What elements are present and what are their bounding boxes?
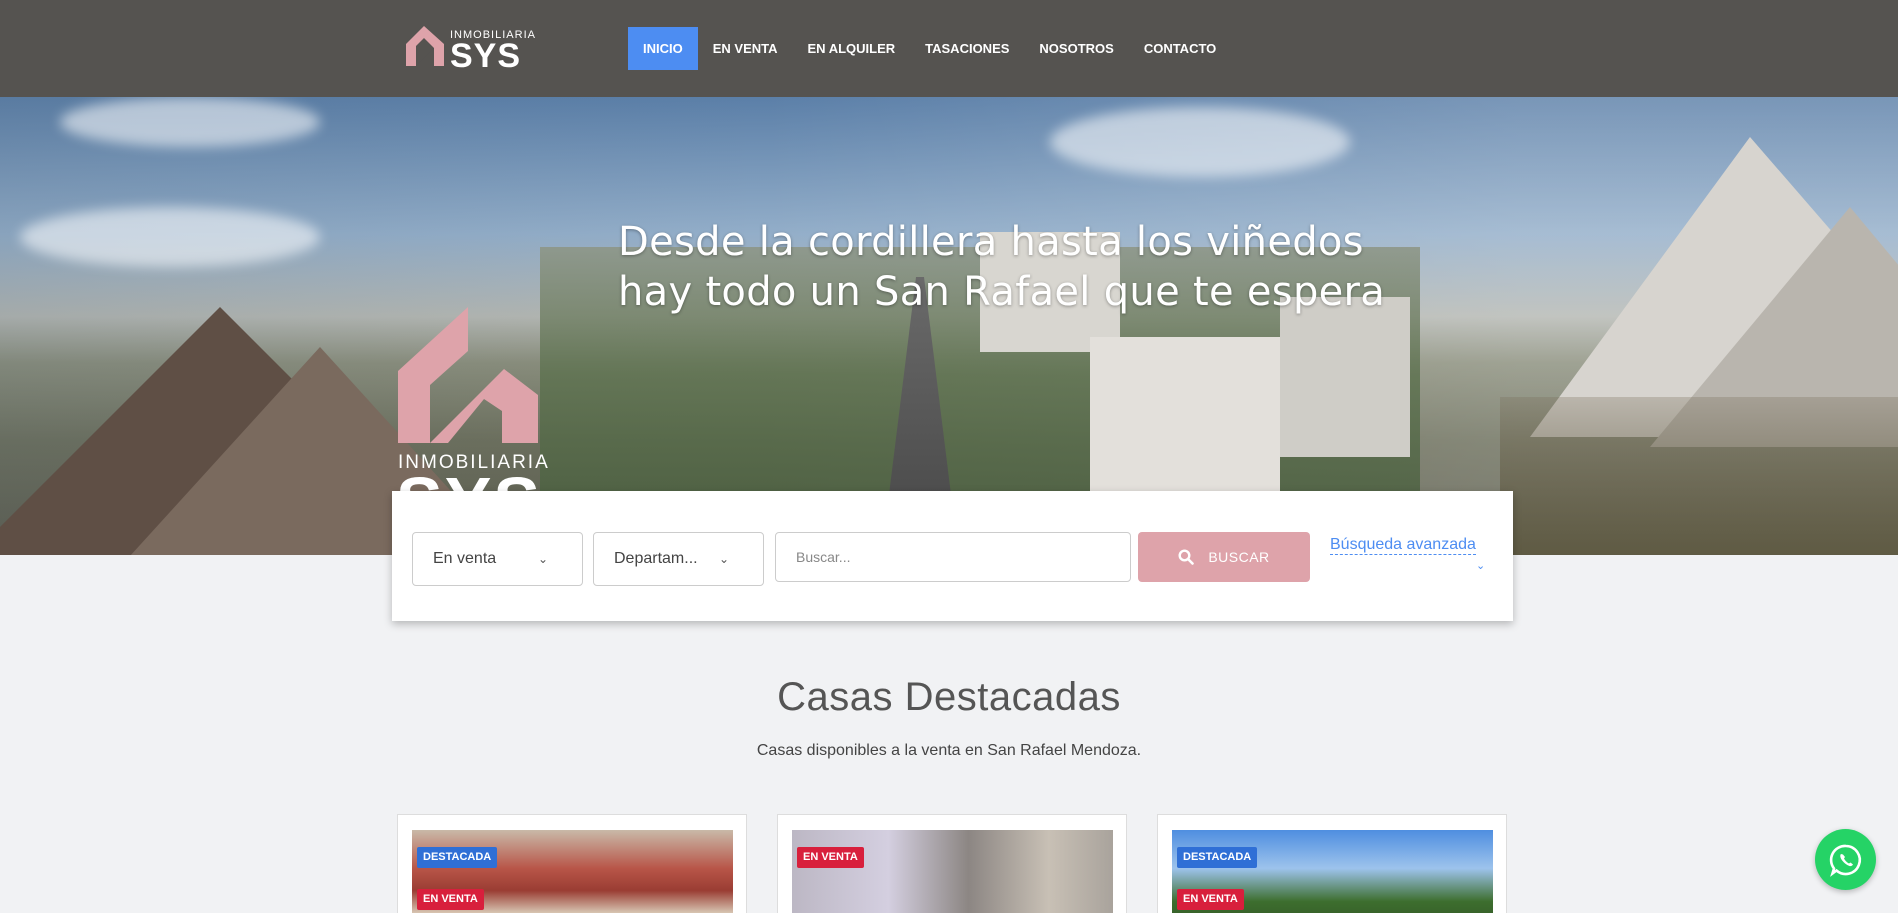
hero-building <box>1090 337 1280 497</box>
property-card[interactable]: EN VENTA <box>777 814 1127 913</box>
location-select-value: Departam... <box>614 550 698 567</box>
chevron-down-icon: ⌄ <box>718 552 729 566</box>
hero-cloud <box>20 207 320 267</box>
whatsapp-button[interactable] <box>1815 829 1876 890</box>
search-panel: En venta ⌄ Departam... ⌄ BUSCAR Búsqueda… <box>392 491 1513 621</box>
badge-en-venta: EN VENTA <box>797 847 864 868</box>
nav-contacto[interactable]: CONTACTO <box>1129 27 1231 70</box>
badge-en-venta: EN VENTA <box>1177 889 1244 910</box>
hero-logo-mark-icon <box>398 307 538 443</box>
property-photo[interactable] <box>792 830 1113 913</box>
hero-cloud <box>1050 107 1350 177</box>
advanced-search-link[interactable]: Búsqueda avanzada <box>1330 536 1476 555</box>
top-navbar: INMOBILIARIA SYS INICIO EN VENTA EN ALQU… <box>0 0 1898 97</box>
hero-vineyard <box>1500 397 1898 555</box>
nav-inicio[interactable]: INICIO <box>628 27 698 70</box>
hero-title-line-2: hay todo un San Rafael que te espera <box>618 269 1386 315</box>
badge-en-venta: EN VENTA <box>417 889 484 910</box>
search-button-label: BUSCAR <box>1208 549 1270 565</box>
chevron-down-icon: ⌄ <box>1476 560 1486 572</box>
operation-select[interactable]: En venta ⌄ <box>412 532 583 586</box>
search-input[interactable] <box>775 532 1131 582</box>
search-icon <box>1178 549 1195 565</box>
whatsapp-icon <box>1829 844 1861 877</box>
property-card[interactable]: DESTACADA EN VENTA <box>1157 814 1507 913</box>
nav-nosotros[interactable]: NOSOTROS <box>1024 27 1128 70</box>
hero-building <box>1280 297 1410 457</box>
location-select[interactable]: Departam... ⌄ <box>593 532 764 586</box>
hero-banner: Desde la cordillera hasta los viñedos ha… <box>0 97 1898 555</box>
hero-title: Desde la cordillera hasta los viñedos ha… <box>618 217 1385 317</box>
chevron-down-icon: ⌄ <box>537 552 548 566</box>
nav-tasaciones[interactable]: TASACIONES <box>910 27 1024 70</box>
nav-en-alquiler[interactable]: EN ALQUILER <box>793 27 911 70</box>
logo-text-big: SYS <box>450 37 522 75</box>
logo-mark-icon <box>406 26 444 66</box>
hero-title-line-1: Desde la cordillera hasta los viñedos <box>618 219 1364 265</box>
operation-select-value: En venta <box>433 550 497 567</box>
property-card[interactable]: DESTACADA EN VENTA <box>397 814 747 913</box>
badge-destacada: DESTACADA <box>1177 847 1258 868</box>
featured-title: Casas Destacadas <box>777 675 1121 719</box>
nav-en-venta[interactable]: EN VENTA <box>698 27 793 70</box>
featured-subtitle: Casas disponibles a la venta en San Rafa… <box>756 742 1142 759</box>
site-logo[interactable]: INMOBILIARIA SYS <box>404 20 535 76</box>
badge-destacada: DESTACADA <box>417 847 498 868</box>
main-nav: INICIO EN VENTA EN ALQUILER TASACIONES N… <box>628 27 1231 70</box>
hero-cloud <box>60 97 320 147</box>
search-button[interactable]: BUSCAR <box>1138 532 1310 582</box>
